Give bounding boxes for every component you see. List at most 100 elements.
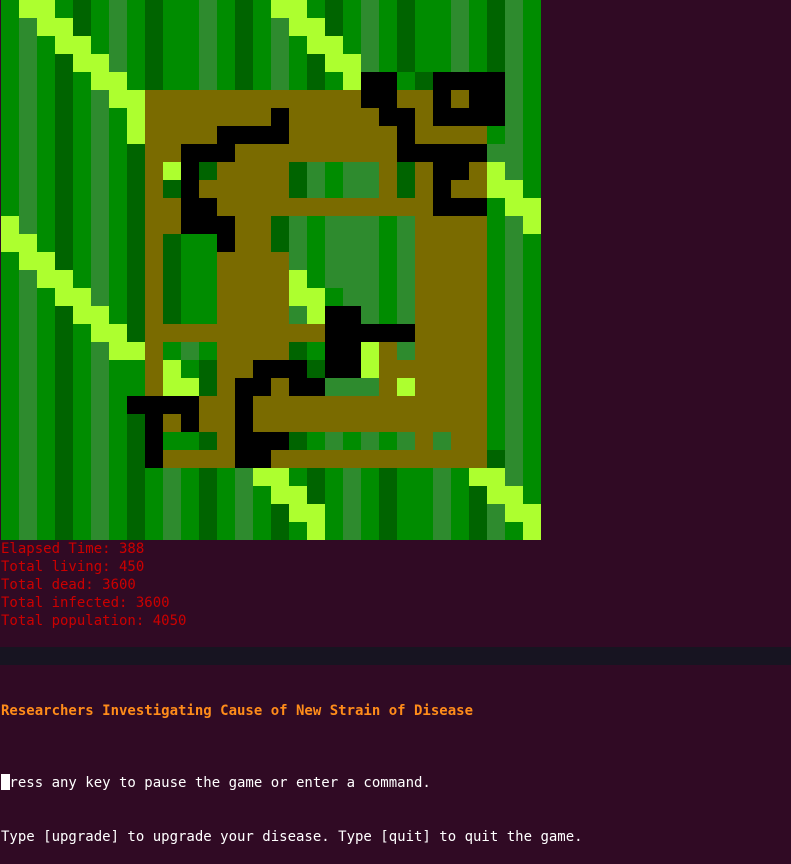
map-tile [397, 414, 415, 432]
map-tile [217, 54, 235, 72]
map-tile [271, 378, 289, 396]
map-tile [307, 378, 325, 396]
map-tile [433, 450, 451, 468]
map-tile [199, 198, 217, 216]
map-tile [415, 468, 433, 486]
map-tile [253, 144, 271, 162]
map-tile [505, 198, 523, 216]
world-map [1, 0, 541, 540]
map-tile [199, 378, 217, 396]
map-tile [451, 234, 469, 252]
map-tile [109, 252, 127, 270]
map-tile [505, 360, 523, 378]
map-tile [181, 198, 199, 216]
input-cursor[interactable] [1, 774, 10, 790]
map-tile [217, 360, 235, 378]
map-tile [55, 486, 73, 504]
map-tile [433, 378, 451, 396]
map-tile [325, 342, 343, 360]
map-tile [253, 378, 271, 396]
map-tile [523, 342, 541, 360]
map-tile [199, 432, 217, 450]
map-tile [145, 144, 163, 162]
map-tile [523, 306, 541, 324]
map-tile [307, 414, 325, 432]
total-dead: Total dead: 3600 [1, 577, 136, 593]
map-tile [37, 126, 55, 144]
map-tile [127, 180, 145, 198]
map-tile [487, 378, 505, 396]
map-tile [343, 108, 361, 126]
map-tile [181, 468, 199, 486]
map-tile [271, 522, 289, 540]
map-tile [307, 234, 325, 252]
map-tile [253, 198, 271, 216]
map-tile [487, 450, 505, 468]
map-tile [163, 252, 181, 270]
map-tile [163, 378, 181, 396]
map-tile [469, 18, 487, 36]
map-tile [505, 468, 523, 486]
map-tile [19, 36, 37, 54]
map-tile [307, 504, 325, 522]
map-tile [505, 306, 523, 324]
map-tile [325, 288, 343, 306]
map-tile [37, 378, 55, 396]
map-tile [271, 90, 289, 108]
map-tile [109, 486, 127, 504]
map-tile [73, 396, 91, 414]
map-tile [361, 72, 379, 90]
map-tile [253, 432, 271, 450]
map-tile [91, 180, 109, 198]
map-tile [487, 396, 505, 414]
map-tile [451, 522, 469, 540]
map-tile [55, 252, 73, 270]
map-tile [505, 144, 523, 162]
map-tile [307, 450, 325, 468]
map-tile [397, 324, 415, 342]
map-tile [91, 378, 109, 396]
map-tile [73, 90, 91, 108]
map-tile [361, 342, 379, 360]
map-tile [343, 126, 361, 144]
map-tile [235, 270, 253, 288]
map-tile [505, 36, 523, 54]
map-tile [451, 54, 469, 72]
map-tile [145, 486, 163, 504]
map-tile [469, 450, 487, 468]
map-tile [523, 144, 541, 162]
map-tile [271, 234, 289, 252]
map-tile [361, 144, 379, 162]
map-tile [55, 378, 73, 396]
map-tile [289, 0, 307, 18]
map-tile [433, 432, 451, 450]
map-tile [271, 450, 289, 468]
total-living: Total living: 450 [1, 559, 145, 575]
map-tile [379, 198, 397, 216]
map-tile [451, 414, 469, 432]
map-tile [289, 396, 307, 414]
map-tile [505, 0, 523, 18]
map-tile [199, 126, 217, 144]
map-tile [415, 18, 433, 36]
map-tile [505, 486, 523, 504]
map-tile [397, 90, 415, 108]
map-tile [289, 270, 307, 288]
map-tile [217, 288, 235, 306]
map-tile [487, 306, 505, 324]
map-tile [289, 342, 307, 360]
map-tile [397, 270, 415, 288]
map-tile [271, 306, 289, 324]
map-tile [379, 234, 397, 252]
map-tile [1, 0, 19, 18]
map-tile [127, 450, 145, 468]
map-tile [289, 450, 307, 468]
map-tile [325, 360, 343, 378]
map-tile [379, 270, 397, 288]
map-tile [37, 180, 55, 198]
map-tile [145, 306, 163, 324]
map-tile [271, 414, 289, 432]
map-tile [235, 180, 253, 198]
map-tile [523, 180, 541, 198]
map-tile [361, 234, 379, 252]
